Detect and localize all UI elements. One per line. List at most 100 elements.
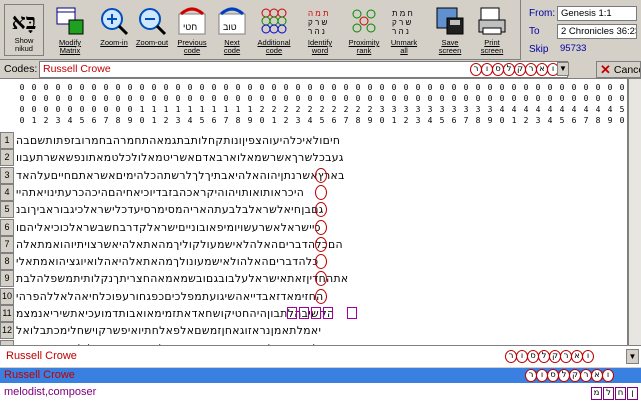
column-number-digit: 0 (368, 83, 373, 92)
column-number-digit: 3 (536, 116, 541, 125)
column-number-digit: 3 (416, 116, 421, 125)
column-number-digit: 1 (200, 105, 205, 114)
column-number-digit: 0 (92, 94, 97, 103)
column-number-digit: 0 (212, 94, 217, 103)
zoom-in-label: Zoom-in (100, 38, 128, 47)
matrix-scrollbar[interactable] (628, 79, 641, 345)
column-number-digit: 0 (20, 116, 25, 125)
column-number-digit: 0 (356, 83, 361, 92)
column-number-digit: 1 (512, 116, 517, 125)
column-number-digit: 9 (128, 116, 133, 125)
column-number-digit: 0 (200, 94, 205, 103)
column-number-digit: 6 (452, 116, 457, 125)
selected-term-row[interactable]: Russell Crowe רוסלקראו (0, 368, 641, 383)
column-number-digit: 0 (320, 94, 325, 103)
column-number-digit: 5 (320, 116, 325, 125)
column-number-digit: 0 (560, 83, 565, 92)
additional-code-button[interactable]: Additional code (254, 0, 294, 60)
to-field[interactable]: 2 Chronicles 36:23 (557, 24, 637, 39)
column-number-digit: 0 (380, 83, 385, 92)
cancel-button[interactable]: ✕ Cancel (596, 61, 641, 78)
column-number-digit: 0 (116, 83, 121, 92)
found-result-row[interactable]: Russell Crowe רוסלקראו ▼ (0, 345, 641, 367)
column-number-digit: 7 (104, 116, 109, 125)
app-window: { "toolbar": { "logo_glyph": "בָּא", "bu… (0, 0, 641, 403)
column-number-digit: 0 (620, 116, 625, 125)
column-number-digit: 0 (416, 83, 421, 92)
definition-letter: ח (615, 387, 626, 400)
column-number-digit: 0 (512, 83, 517, 92)
column-number-digit: 0 (332, 83, 337, 92)
modify-matrix-button[interactable]: Modify Matrix (50, 0, 90, 60)
column-number-digit: 0 (380, 94, 385, 103)
zoom-out-button[interactable]: Zoom-out (132, 0, 172, 60)
column-number-digit: 2 (344, 105, 349, 114)
zoom-in-button[interactable]: Zoom-in (94, 0, 134, 60)
proximity-rank-label: Proximity rank (348, 38, 380, 55)
svg-text:ש ר ק: ש ר ק (392, 18, 411, 27)
column-number-digit: 0 (500, 116, 505, 125)
svg-text:ש ר ק: ש ר ק (308, 18, 327, 27)
column-number-digit: 0 (332, 94, 337, 103)
column-number-digit: 0 (116, 105, 121, 114)
column-number-digit: 0 (584, 94, 589, 103)
code-letter-marker (315, 236, 327, 252)
column-number-digit: 3 (464, 105, 469, 114)
column-number-digit: 0 (56, 94, 61, 103)
column-number-digit: 0 (176, 83, 181, 92)
row-number: 11 (0, 305, 14, 322)
column-number-digit: 9 (488, 116, 493, 125)
column-number-digit: 0 (176, 94, 181, 103)
save-screen-button[interactable]: Save screen (430, 0, 470, 60)
identify-word-label: Identify word (307, 38, 333, 55)
save-screen-icon (434, 5, 466, 37)
column-number-digit: 3 (440, 105, 445, 114)
column-number-digit: 0 (20, 105, 25, 114)
column-number-digit: 0 (320, 83, 325, 92)
range-panel: From: Genesis 1:1 To 2 Chronicles 36:23 … (520, 0, 641, 60)
selected-letter: ו (602, 369, 614, 382)
previous-code-icon: חטי (176, 5, 208, 37)
show-nikud-button[interactable]: בָּא Show nikud (4, 4, 44, 56)
print-screen-button[interactable]: Print screen (472, 0, 512, 60)
column-number-digit: 0 (488, 83, 493, 92)
unmark-all-button[interactable]: ח מ תש ר קנ ה ר Unmark all (384, 0, 424, 60)
print-screen-label: Print screen (480, 38, 504, 55)
column-number-digit: 0 (572, 94, 577, 103)
column-number-digit: 0 (140, 83, 145, 92)
column-number-digit: 0 (224, 83, 229, 92)
row-number: 8 (0, 253, 14, 271)
previous-code-button[interactable]: חטי Previous code (172, 0, 212, 60)
definition-row[interactable]: melodist,composer מלחן (0, 383, 641, 403)
found-dropdown-arrow[interactable]: ▼ (626, 349, 639, 364)
column-number-digit: 0 (164, 83, 169, 92)
letter-matrix[interactable]: 0000000100020003000400050006000700080009… (0, 79, 628, 345)
column-number-digit: 0 (32, 83, 37, 92)
column-number-digit: 0 (152, 83, 157, 92)
column-number-digit: 2 (524, 116, 529, 125)
column-number-digit: 3 (416, 105, 421, 114)
column-number-digit: 0 (80, 94, 85, 103)
codes-dropdown-arrow[interactable]: ▼ (557, 62, 569, 76)
column-number-digit: 0 (260, 83, 265, 92)
identify-word-button[interactable]: ת מ הש ר קנ ה ר Identify word (300, 0, 340, 60)
column-number-digit: 1 (392, 116, 397, 125)
svg-text:ת מ ה: ת מ ה (308, 9, 329, 18)
skip-row: Skip 95733 (523, 42, 637, 57)
matrix-row: הקשיבהלתבוןהיהחטיקושחאדאתזמימאואבותדמועכ… (16, 307, 335, 320)
column-number-digit: 7 (224, 116, 229, 125)
column-number-digit: 0 (416, 94, 421, 103)
column-number-digit: 4 (572, 105, 577, 114)
column-number-digit: 5 (440, 116, 445, 125)
column-number-digit: 0 (608, 83, 613, 92)
proximity-rank-button[interactable]: Proximity rank (344, 0, 384, 60)
next-code-button[interactable]: טוב Next code (212, 0, 252, 60)
row-number: 5 (0, 201, 14, 219)
column-number-digit: 4 (428, 116, 433, 125)
column-number-digit: 4 (548, 105, 553, 114)
column-number-digit: 0 (608, 94, 613, 103)
term-letter-marker (299, 307, 309, 319)
column-number-digit: 2 (44, 116, 49, 125)
column-number-digit: 0 (428, 83, 433, 92)
from-field[interactable]: Genesis 1:1 (557, 6, 637, 21)
